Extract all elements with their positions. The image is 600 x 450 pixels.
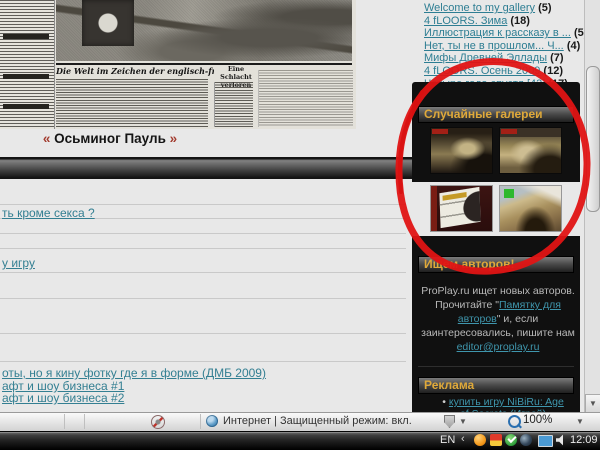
gallery-link[interactable]: 4 fLOORS. Зима bbox=[424, 15, 507, 27]
newspaper-photo bbox=[56, 0, 352, 61]
scrollbar-down-button[interactable]: ▼ bbox=[585, 394, 600, 413]
section-header-random-galleries: Случайные галереи bbox=[418, 106, 574, 123]
gallery-link-list: Welcome to my gallery (5) 4 fLOORS. Зима… bbox=[424, 2, 592, 90]
newspaper-scan-image: Die Welt im Zeichen der englisch-französ… bbox=[0, 0, 356, 129]
blocked-content-icon[interactable] bbox=[151, 415, 165, 429]
language-indicator[interactable]: EN bbox=[440, 434, 455, 446]
separator bbox=[0, 233, 406, 234]
forum-topic-link[interactable]: ть кроме секса ? bbox=[2, 206, 95, 220]
gallery-count: (18) bbox=[510, 14, 530, 27]
content-section-bar bbox=[0, 157, 412, 179]
newspaper-headline: Die Welt im Zeichen der englisch-französ… bbox=[56, 66, 214, 76]
gallery-link-row: Иллюстрация к рассказу в ... (5) bbox=[424, 27, 592, 40]
section-header-authors: Ищем авторов! bbox=[418, 256, 574, 273]
newspaper-rule bbox=[56, 63, 352, 65]
gallery-link[interactable]: Нет, ты не в прошлом... Ч... bbox=[424, 40, 564, 52]
zoom-dropdown-arrow[interactable]: ▼ bbox=[576, 417, 584, 426]
gallery-count: (5) bbox=[538, 2, 552, 14]
bullet-point: • bbox=[442, 396, 446, 408]
image-caption: « Осьминог Пауль » bbox=[10, 131, 210, 146]
prev-arrow[interactable]: « bbox=[43, 131, 51, 146]
zoom-magnifier-icon[interactable] bbox=[508, 415, 521, 428]
ad-link-nibiru[interactable]: купить игру NiBiRu: Age bbox=[449, 396, 564, 408]
security-zone-text: Интернет | Защищенный режим: вкл. bbox=[223, 415, 412, 427]
newspaper-text-column bbox=[258, 70, 353, 127]
gallery-link-row: Нет, ты не в прошлом... Ч... (4) bbox=[424, 40, 592, 53]
caption-text: Осьминог Пауль bbox=[54, 131, 166, 146]
panel-separator bbox=[418, 366, 574, 367]
vertical-scrollbar-thumb[interactable] bbox=[586, 66, 600, 212]
authors-recruitment-text: ProPlay.ru ищет новых авторов. Прочитайт… bbox=[420, 284, 576, 354]
gallery-link[interactable]: Иллюстрация к рассказу в ... bbox=[424, 27, 571, 39]
authors-line1: ProPlay.ru ищет новых авторов. bbox=[421, 285, 575, 297]
tray-app-icon-downloader[interactable] bbox=[490, 434, 502, 446]
newspaper-text-column bbox=[214, 82, 253, 127]
newspaper-left-column bbox=[0, 0, 55, 129]
authors-post: " и, если заинтересовались, пишите нам bbox=[421, 313, 575, 339]
statusbar-separator bbox=[200, 414, 201, 429]
newspaper-flag-detail bbox=[82, 0, 134, 46]
newspaper-text-column bbox=[56, 79, 208, 127]
gallery-thumbnail-cs-canyon[interactable] bbox=[500, 186, 561, 231]
forum-topic-link[interactable]: у игру bbox=[2, 256, 35, 270]
separator bbox=[0, 204, 406, 205]
tray-app-icon-globe[interactable] bbox=[520, 434, 532, 446]
separator bbox=[0, 272, 406, 273]
gallery-link[interactable]: Welcome to my gallery bbox=[424, 2, 535, 14]
gallery-thumbnail-cs-indoor-1[interactable] bbox=[431, 128, 492, 173]
gallery-link-row: Welcome to my gallery (5) bbox=[424, 2, 592, 15]
next-arrow[interactable]: » bbox=[170, 131, 178, 146]
gallery-link-row: 4 fLOORS. Зима (18) bbox=[424, 15, 592, 28]
forum-topic-link[interactable]: оты, но я кину фотку где я в форме (ДМБ … bbox=[2, 366, 266, 380]
authors-pre: Прочитайте " bbox=[435, 299, 499, 311]
gallery-link[interactable]: Мифы Древней Эллады bbox=[424, 52, 547, 64]
tray-app-icon-orange[interactable] bbox=[474, 434, 486, 446]
shield-dropdown-arrow[interactable]: ▼ bbox=[459, 417, 467, 426]
gallery-thumbnail-cs-indoor-2[interactable] bbox=[500, 128, 561, 173]
gallery-count: (7) bbox=[550, 52, 564, 65]
gallery-link-row: 4 fLOORS. Осень 2009 (12) bbox=[424, 65, 592, 78]
taskbar-clock[interactable]: 12:09 bbox=[570, 434, 598, 446]
gallery-count: (12) bbox=[543, 64, 563, 77]
forum-topic-link[interactable]: афт и шоу бизнеса #2 bbox=[2, 391, 124, 405]
editor-email-link[interactable]: editor@proplay.ru bbox=[457, 341, 540, 353]
subheadline-line1: Eine Schlacht bbox=[220, 65, 252, 81]
gallery-link[interactable]: 4 fLOORS. Осень 2009 bbox=[424, 65, 540, 77]
statusbar-separator bbox=[64, 414, 65, 429]
separator bbox=[0, 361, 406, 362]
network-tray-icon[interactable] bbox=[538, 435, 553, 447]
section-header-ads: Реклама bbox=[418, 377, 574, 394]
projection-screen-detail bbox=[439, 186, 481, 229]
statusbar-separator bbox=[84, 414, 85, 429]
internet-zone-globe-icon bbox=[206, 415, 218, 427]
show-hidden-icons-chevron[interactable]: ‹ bbox=[461, 433, 465, 445]
zoom-level-text[interactable]: 100% bbox=[523, 414, 552, 426]
gallery-count: (4) bbox=[566, 39, 581, 52]
gallery-link-row: Мифы Древней Эллады (7) bbox=[424, 52, 592, 65]
separator bbox=[0, 298, 406, 299]
separator bbox=[0, 333, 406, 334]
separator bbox=[0, 248, 406, 249]
gallery-thumbnail-presentation-photo[interactable] bbox=[431, 186, 492, 231]
